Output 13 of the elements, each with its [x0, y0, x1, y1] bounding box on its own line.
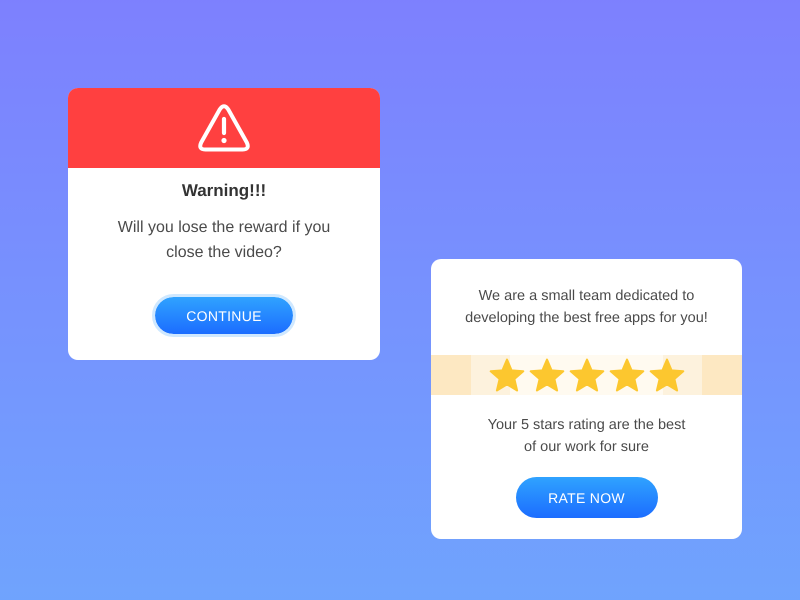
warning-icon	[198, 104, 250, 152]
continue-button[interactable]: CONTINUE	[152, 294, 296, 337]
filled-star-icon[interactable]	[648, 358, 684, 392]
rating-message: Your 5 stars rating are the best of our work for sure	[488, 416, 686, 457]
intro-text: We are a small team dedicated to developing the best free apps for you!	[465, 287, 708, 328]
rate-now-button[interactable]: RATE NOW	[516, 477, 658, 518]
filled-star-icon[interactable]	[488, 358, 524, 392]
filled-star-icon[interactable]	[568, 358, 604, 392]
dialog-title: Warning!!!	[182, 181, 266, 201]
star-rating[interactable]	[488, 358, 684, 392]
filled-star-icon[interactable]	[528, 358, 564, 392]
dialog-message: Will you lose the reward if you close the video?	[118, 218, 330, 263]
filled-star-icon[interactable]	[608, 358, 644, 392]
